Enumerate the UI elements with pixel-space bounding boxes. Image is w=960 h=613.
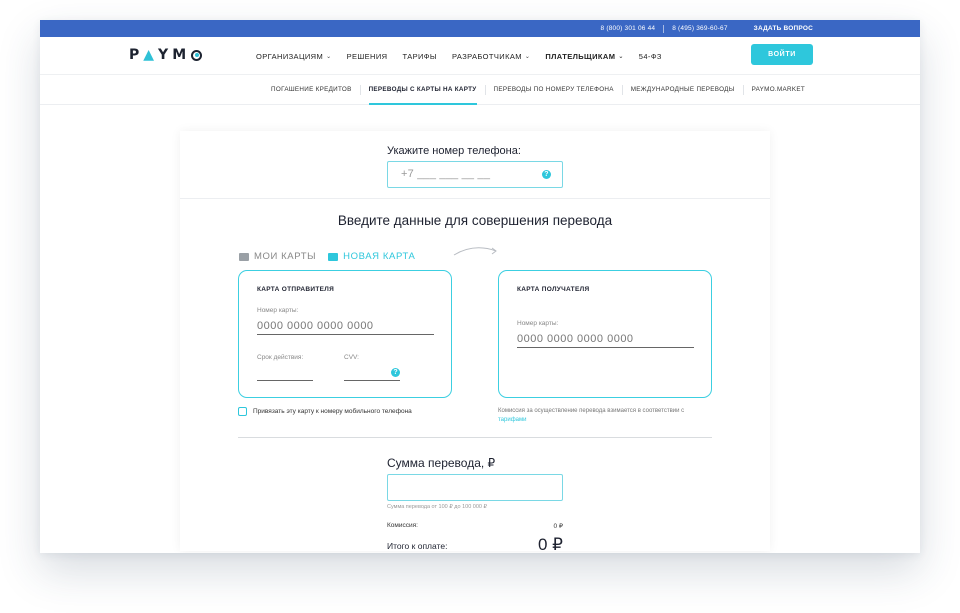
amount-hint: Сумма перевода от 100 ₽ до 100 000 ₽: [387, 504, 487, 510]
tab-new-card[interactable]: Новая карта: [328, 251, 415, 262]
browser-window: 8 (800) 301 06 44 8 (495) 369-60-67 ЗАДА…: [40, 20, 920, 553]
bind-card-checkbox[interactable]: [238, 407, 247, 416]
fee-value: 0 ₽: [553, 523, 563, 530]
commission-note: Комиссия за осуществление перевода взима…: [498, 407, 718, 425]
phone-section: Укажите номер телефона: +7 ___ ___ __ __…: [180, 131, 770, 199]
fee-row: Комиссия: 0 ₽: [387, 522, 563, 530]
nav-label: Решения: [346, 51, 388, 61]
page-content: Укажите номер телефона: +7 ___ ___ __ __…: [40, 105, 920, 553]
commission-text: Комиссия за осуществление перевода взима…: [498, 408, 685, 414]
chevron-down-icon: ⌄: [326, 53, 332, 60]
nav-label: Разработчикам: [451, 51, 522, 61]
sender-card-number-label: Номер карты:: [257, 307, 299, 314]
transfer-form-card: Укажите номер телефона: +7 ___ ___ __ __…: [180, 131, 770, 553]
cvv-input[interactable]: [344, 380, 400, 381]
logo-letter-y: Y: [158, 47, 173, 63]
tab-my-cards[interactable]: Мои карты: [239, 251, 316, 262]
subnav-international[interactable]: Международные переводы: [623, 75, 743, 105]
nav-organizations[interactable]: Организациям ⌄: [256, 52, 332, 61]
receiver-card-number-label: Номер карты:: [517, 320, 559, 327]
nav-solutions[interactable]: Решения: [347, 52, 388, 61]
transfer-arrow-icon: [453, 247, 497, 256]
receiver-card-number-input[interactable]: 0000 0000 0000 0000: [517, 333, 694, 348]
subnav-market[interactable]: Paymo.Market: [744, 75, 813, 105]
receiver-card: Карта получателя Номер карты: 0000 0000 …: [498, 270, 712, 398]
nav-label: Организациям: [256, 51, 324, 61]
section-title: Введите данные для совершения перевода: [337, 213, 613, 228]
logo-globe-icon: [191, 49, 203, 61]
cvv-label: CVV:: [344, 354, 359, 361]
sub-navigation: Погашение кредитов Переводы с карты на к…: [40, 75, 920, 105]
amount-input[interactable]: [387, 474, 563, 501]
nav-tariffs[interactable]: Тарифы: [402, 52, 436, 61]
chevron-down-icon: ⌄: [618, 53, 624, 60]
bind-card-option[interactable]: Привязать эту карту к номеру мобильного …: [238, 407, 412, 416]
expiry-label: Срок действия:: [257, 354, 304, 361]
sender-card-title: Карта отправителя: [257, 286, 335, 293]
tariffs-link[interactable]: тарифами: [498, 417, 526, 423]
nav-label: 54-ФЗ: [638, 51, 662, 61]
total-row: Итого к оплате: 0 ₽: [387, 535, 563, 553]
nav-developers[interactable]: Разработчикам ⌄: [452, 52, 530, 61]
card-source-tabs: Мои карты Новая карта: [239, 251, 415, 262]
paymo-logo[interactable]: P ▲ Y M: [129, 47, 203, 63]
subnav-card-to-card[interactable]: Переводы с карты на карту: [361, 75, 485, 105]
main-header: P ▲ Y M Организациям ⌄ Решения Тарифы Разра…: [40, 37, 920, 75]
main-nav: Организациям ⌄ Решения Тарифы Разработчи…: [256, 37, 677, 75]
help-icon[interactable]: ?: [542, 170, 551, 179]
sender-card-number-input[interactable]: 0000 0000 0000 0000: [257, 320, 434, 335]
nav-54fz[interactable]: 54-ФЗ: [639, 52, 662, 61]
chevron-down-icon: ⌄: [524, 53, 531, 60]
card-icon: [328, 252, 339, 261]
subnav-phone-transfers[interactable]: Переводы по номеру телефона: [486, 75, 622, 105]
tab-label: Мои карты: [254, 251, 317, 262]
logo-letter-m: M: [172, 47, 191, 63]
amount-label: Сумма перевода, ₽: [387, 456, 496, 470]
phone-number-1[interactable]: 8 (800) 301 06 44: [593, 25, 664, 32]
sender-card: Карта отправителя Номер карты: 0000 0000…: [238, 270, 452, 398]
receiver-card-title: Карта получателя: [517, 286, 590, 293]
logo-letter-p: P: [129, 47, 144, 63]
phone-input[interactable]: +7 ___ ___ __ __ ?: [387, 161, 563, 188]
form-divider: [238, 437, 712, 438]
login-button[interactable]: Войти: [751, 44, 813, 65]
nav-label: Плательщикам: [545, 51, 616, 61]
fee-label: Комиссия:: [387, 522, 418, 529]
total-value: 0 ₽: [538, 535, 563, 553]
subnav-loan-repayment[interactable]: Погашение кредитов: [263, 75, 360, 105]
logo-letter-a: ▲: [143, 47, 159, 63]
phone-number-2[interactable]: 8 (495) 369-60-67: [664, 25, 735, 32]
top-contact-bar: 8 (800) 301 06 44 8 (495) 369-60-67 ЗАДА…: [40, 20, 920, 37]
expiry-input[interactable]: [257, 380, 313, 381]
ask-question-link[interactable]: ЗАДАТЬ ВОПРОС: [754, 25, 813, 32]
nav-payers[interactable]: Плательщикам ⌄: [545, 52, 623, 61]
cvv-help-icon[interactable]: ?: [391, 368, 400, 377]
nav-label: Тарифы: [402, 51, 437, 61]
tab-label: Новая карта: [343, 251, 416, 262]
bind-card-label: Привязать эту карту к номеру мобильного …: [253, 408, 412, 415]
phone-label: Укажите номер телефона:: [387, 145, 521, 157]
total-label: Итого к оплате:: [387, 541, 448, 551]
wallet-icon: [239, 252, 249, 261]
phone-placeholder: +7 ___ ___ __ __: [401, 168, 491, 180]
